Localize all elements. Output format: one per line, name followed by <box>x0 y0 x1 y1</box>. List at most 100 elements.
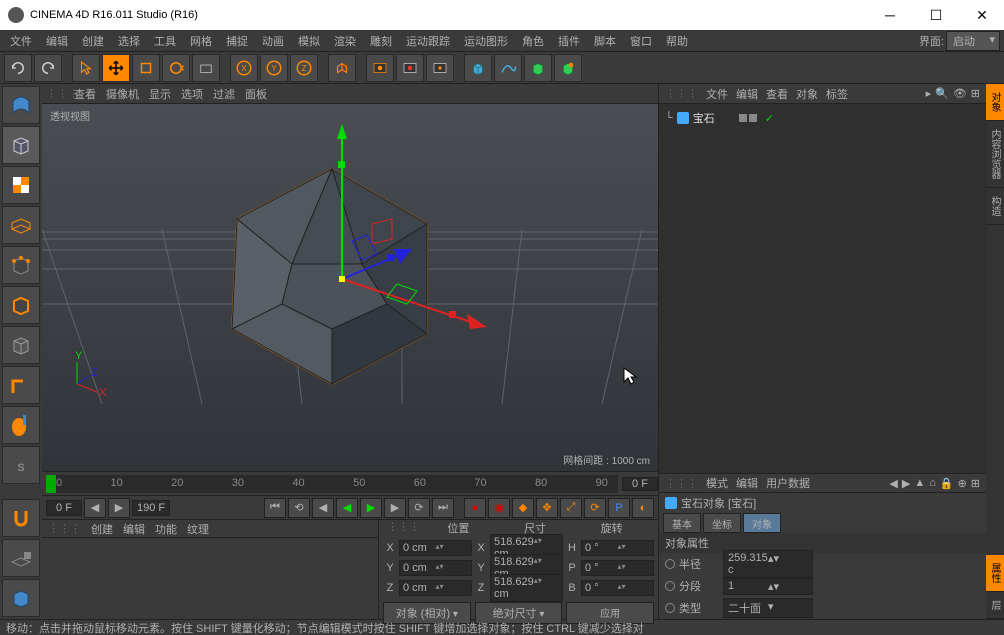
menu-help[interactable]: 帮助 <box>660 31 694 51</box>
key-rot-button[interactable]: ⟳ <box>584 498 606 518</box>
workplane-button[interactable] <box>2 206 40 244</box>
om-menu-object[interactable]: 对象 <box>796 86 818 102</box>
segments-field[interactable]: 1▴▾ <box>723 578 813 595</box>
rot-p-field[interactable]: 0 °▴▾ <box>581 560 654 576</box>
object-tree[interactable]: └ 宝石 ✓ <box>659 104 986 473</box>
nav-back-icon[interactable]: ◀ <box>889 477 897 490</box>
om-menu-view[interactable]: 查看 <box>766 86 788 102</box>
lock-button[interactable] <box>2 539 40 577</box>
move-tool[interactable] <box>102 54 130 82</box>
redo-button[interactable] <box>34 54 62 82</box>
pos-y-field[interactable]: 0 cm▴▾ <box>399 560 472 576</box>
rotate-tool[interactable] <box>162 54 190 82</box>
menu-sculpt[interactable]: 雕刻 <box>364 31 398 51</box>
menu-tools[interactable]: 工具 <box>148 31 182 51</box>
autokey-button[interactable]: ◉ <box>488 498 510 518</box>
rot-h-field[interactable]: 0 °▴▾ <box>581 540 654 556</box>
menu-script[interactable]: 脚本 <box>588 31 622 51</box>
om-menu-edit[interactable]: 编辑 <box>736 86 758 102</box>
axis-x-button[interactable]: X <box>230 54 258 82</box>
radio-icon[interactable] <box>665 559 675 569</box>
view-menu-display[interactable]: 显示 <box>149 86 171 102</box>
menu-simulate[interactable]: 模拟 <box>292 31 326 51</box>
menu-render[interactable]: 渲染 <box>328 31 362 51</box>
side-tab-browser[interactable]: 内容浏览器 <box>986 121 1004 188</box>
pos-z-field[interactable]: 0 cm▴▾ <box>399 580 472 596</box>
menu-select[interactable]: 选择 <box>112 31 146 51</box>
undo-button[interactable] <box>4 54 32 82</box>
minimize-button[interactable]: ─ <box>876 7 904 24</box>
om-arrow-icon[interactable]: ▸ <box>926 87 932 100</box>
cube-primitive-button[interactable] <box>464 54 492 82</box>
size-z-field[interactable]: 518.629 cm▴▾ <box>490 574 563 602</box>
step-back-button[interactable]: ⟲ <box>288 498 310 518</box>
goto-start-button[interactable]: ⏮ <box>264 498 286 518</box>
key-pos-button[interactable]: ✥ <box>536 498 558 518</box>
rot-b-field[interactable]: 0 °▴▾ <box>581 580 654 596</box>
am-menu-edit[interactable]: 编辑 <box>736 475 758 491</box>
render-settings-button[interactable] <box>426 54 454 82</box>
menu-edit[interactable]: 编辑 <box>40 31 74 51</box>
radius-field[interactable]: 259.315 c▴▾ <box>723 550 813 578</box>
polygon-mode-button[interactable] <box>2 326 40 364</box>
edge-mode-button[interactable] <box>2 286 40 324</box>
point-mode-button[interactable] <box>2 246 40 284</box>
new-icon[interactable]: ⊕ <box>958 477 967 490</box>
checkmark-icon[interactable]: ✓ <box>765 112 774 125</box>
side-tab-objects[interactable]: 对象 <box>986 84 1004 121</box>
filter-icon[interactable]: ⊞ <box>971 87 980 100</box>
close-button[interactable]: ✕ <box>968 7 996 24</box>
attr-tab-object[interactable]: 对象 <box>743 513 781 533</box>
maximize-button[interactable]: ☐ <box>922 7 950 24</box>
view-menu-filter[interactable]: 过滤 <box>213 86 235 102</box>
recent-tool[interactable] <box>192 54 220 82</box>
side-tab-layers[interactable]: 层 <box>986 592 1004 619</box>
axis-y-button[interactable]: Y <box>260 54 288 82</box>
key-selection-button[interactable]: ◆ <box>512 498 534 518</box>
record-button[interactable]: ● <box>464 498 486 518</box>
menu-window[interactable]: 窗口 <box>624 31 658 51</box>
am-menu-userdata[interactable]: 用户数据 <box>766 475 810 491</box>
home-icon[interactable]: ⌂ <box>929 477 936 490</box>
radio-icon[interactable] <box>665 603 675 613</box>
generator-button[interactable] <box>524 54 552 82</box>
object-item-gem[interactable]: └ 宝石 ✓ <box>663 108 982 128</box>
side-tab-attributes[interactable]: 属性 <box>986 555 1004 592</box>
coord-system-button[interactable] <box>328 54 356 82</box>
grip-icon[interactable]: ⋮⋮⋮ <box>387 520 420 538</box>
mat-menu-texture[interactable]: 纹理 <box>187 521 209 537</box>
eye-icon[interactable]: 👁 <box>953 87 967 100</box>
menu-create[interactable]: 创建 <box>76 31 110 51</box>
key-scale-button[interactable]: ⤢ <box>560 498 582 518</box>
select-tool[interactable] <box>72 54 100 82</box>
view-menu-panel[interactable]: 面板 <box>245 86 267 102</box>
key-pla-button[interactable]: ◐ <box>632 498 654 518</box>
grip-icon[interactable]: ⋮⋮⋮ <box>46 87 64 100</box>
attr-tab-coord[interactable]: 坐标 <box>703 513 741 533</box>
scale-tool[interactable] <box>132 54 160 82</box>
mat-menu-function[interactable]: 功能 <box>155 521 177 537</box>
deformer-button[interactable] <box>554 54 582 82</box>
render-picture-button[interactable] <box>396 54 424 82</box>
frame-forward-button[interactable]: ▶ <box>384 498 406 518</box>
om-menu-file[interactable]: 文件 <box>706 86 728 102</box>
tweak-button[interactable] <box>2 406 40 444</box>
model-mode-button[interactable] <box>2 126 40 164</box>
texture-mode-button[interactable] <box>2 166 40 204</box>
current-frame-field[interactable]: 0 F <box>46 500 82 516</box>
layout-dropdown[interactable]: 启动 <box>946 31 1000 51</box>
play-forward-button[interactable]: ▶ <box>360 498 382 518</box>
render-view-button[interactable] <box>366 54 394 82</box>
view-menu-options[interactable]: 选项 <box>181 86 203 102</box>
type-dropdown[interactable]: 二十面▾ <box>723 598 813 618</box>
spline-button[interactable] <box>494 54 522 82</box>
menu-mesh[interactable]: 网格 <box>184 31 218 51</box>
key-param-button[interactable]: P <box>608 498 630 518</box>
axis-z-button[interactable]: Z <box>290 54 318 82</box>
menu-icon[interactable]: ⊞ <box>971 477 980 490</box>
frame-back-button[interactable]: ◀ <box>312 498 334 518</box>
next-key-button[interactable]: ▶ <box>108 498 130 518</box>
menu-tracker[interactable]: 运动跟踪 <box>400 31 456 51</box>
menu-character[interactable]: 角色 <box>516 31 550 51</box>
mat-menu-create[interactable]: 创建 <box>91 521 113 537</box>
